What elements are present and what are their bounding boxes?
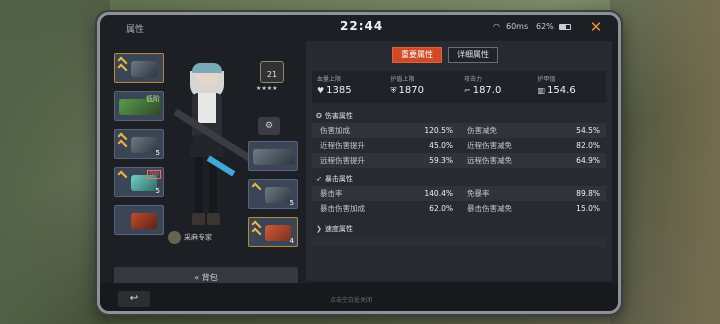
gun-icon: ⌐ — [464, 86, 471, 95]
grenade-icon — [131, 213, 157, 229]
shield-icon: ⛨ — [390, 86, 397, 95]
stat-armor: 护甲值 ▥ 154.6 — [537, 76, 576, 96]
tab-detailed-attributes[interactable]: 详细属性 — [448, 47, 498, 63]
battery-percent: 62% — [536, 22, 554, 31]
gear-count: 5 — [155, 149, 160, 157]
gear-count: 4 — [289, 237, 294, 245]
stat-attack: 攻击力 ⌐ 187.0 — [464, 76, 502, 96]
wifi-icon: ◠ — [493, 22, 500, 31]
status-bar: 属性 22:44 ◠ 60ms 62% ✕ — [100, 15, 618, 41]
boots-icon — [265, 187, 291, 203]
stars-icon: ★★★★ — [256, 85, 278, 92]
table-row: 伤害加成 120.5% 伤害减免 54.5% — [312, 123, 606, 138]
gear-slot-helmet[interactable] — [114, 53, 164, 83]
gear-slot-backpack[interactable] — [248, 141, 298, 171]
back-arrow-icon: ↩ — [129, 293, 139, 304]
backpack-item-icon — [253, 149, 295, 165]
attributes-tablet: 属性 22:44 ◠ 60ms 62% ✕ 低阶 5 0/0 5 21 ★★★★… — [97, 12, 621, 314]
section-speed-header: ❯ 速度属性 — [316, 225, 353, 233]
table-row: 暴击伤害加成 62.0% 暴击伤害减免 15.0% — [320, 204, 600, 213]
title-badge[interactable]: 采麻专家 — [168, 231, 212, 244]
armor-icon — [131, 137, 157, 153]
heart-icon: ♥ — [317, 86, 325, 95]
main-stats: 血量上限 ♥ 1385 护盾上限 ⛨ 1870 攻击力 ⌐ 187.0 护甲值 ▥ 15… — [312, 71, 606, 103]
ammo-badge: 0/0 — [147, 170, 161, 179]
ping-readout: 60ms — [506, 22, 529, 31]
gear-tag: 低阶 — [146, 95, 160, 103]
close-hint: 点击空白处关闭 — [330, 297, 373, 304]
background-left — [0, 0, 110, 324]
gear-slot-consumable[interactable] — [114, 205, 164, 235]
rank-chevron-icon — [117, 170, 128, 195]
gear-count: 5 — [155, 187, 160, 195]
rank-chevron-icon — [251, 182, 262, 207]
title-label: 采麻专家 — [184, 233, 212, 242]
stat-max-shield: 护盾上限 ⛨ 1870 — [390, 76, 424, 96]
close-icon[interactable]: ✕ — [586, 17, 606, 37]
gear-slot-armor[interactable]: 5 — [114, 129, 164, 159]
level-number: 21 — [266, 70, 278, 79]
gear-slot-accessory[interactable]: 4 — [248, 217, 298, 247]
backpack-button-label: 背包 — [201, 273, 218, 282]
gear-slot-secondary[interactable]: 0/0 5 — [114, 167, 164, 197]
gear-count: 5 — [289, 199, 294, 207]
level-badge: 21 — [260, 61, 284, 83]
double-chevron-left-icon: « — [194, 273, 200, 282]
attributes-panel: 重要属性 详细属性 血量上限 ♥ 1385 护盾上限 ⛨ 1870 攻击力 ⌐ 187… — [306, 41, 612, 281]
bottom-bar: ↩ 点击空白处关闭 — [100, 283, 618, 311]
armor-icon: ▥ — [537, 86, 546, 95]
tab-important-attributes[interactable]: 重要属性 — [392, 47, 442, 63]
section-damage-header: ✪ 伤害属性 — [316, 112, 353, 120]
table-row: 远程伤害提升 59.3% 远程伤害减免 64.9% — [312, 153, 606, 168]
table-row: 近程伤害提升 45.0% 近程伤害减免 82.0% — [320, 141, 600, 150]
speed-icon: ❯ — [316, 225, 322, 233]
rank-chevron-icon — [117, 56, 128, 81]
title-emblem-icon — [168, 231, 181, 244]
crit-icon: ➶ — [316, 175, 322, 183]
attribute-tabs: 重要属性 详细属性 — [392, 47, 498, 63]
stat-max-hp: 血量上限 ♥ 1385 — [317, 76, 352, 96]
panel-title: 属性 — [126, 25, 145, 35]
battery-icon — [559, 24, 571, 30]
gear-slot-boots[interactable]: 5 — [248, 179, 298, 209]
rank-chevron-icon — [251, 220, 262, 245]
character-avatar — [173, 63, 257, 233]
table-row: 暴击率 140.4% 免暴率 89.8% — [312, 186, 606, 201]
clock: 22:44 — [340, 19, 384, 33]
back-button[interactable]: ↩ — [118, 291, 150, 307]
character-panel: 低阶 5 0/0 5 21 ★★★★ ⚙ 5 4 采麻专家 « 背包 — [110, 41, 304, 289]
table-row — [312, 237, 606, 247]
skin-icon[interactable]: ⚙ — [258, 117, 280, 135]
rank-chevron-icon — [117, 132, 128, 157]
section-crit-header: ➶ 暴击属性 — [316, 175, 353, 183]
helmet-icon — [131, 61, 157, 77]
damage-icon: ✪ — [316, 112, 322, 120]
gear-slot-weapon-primary[interactable]: 低阶 — [114, 91, 164, 121]
background-right — [610, 0, 720, 324]
accessory-icon — [265, 225, 291, 241]
